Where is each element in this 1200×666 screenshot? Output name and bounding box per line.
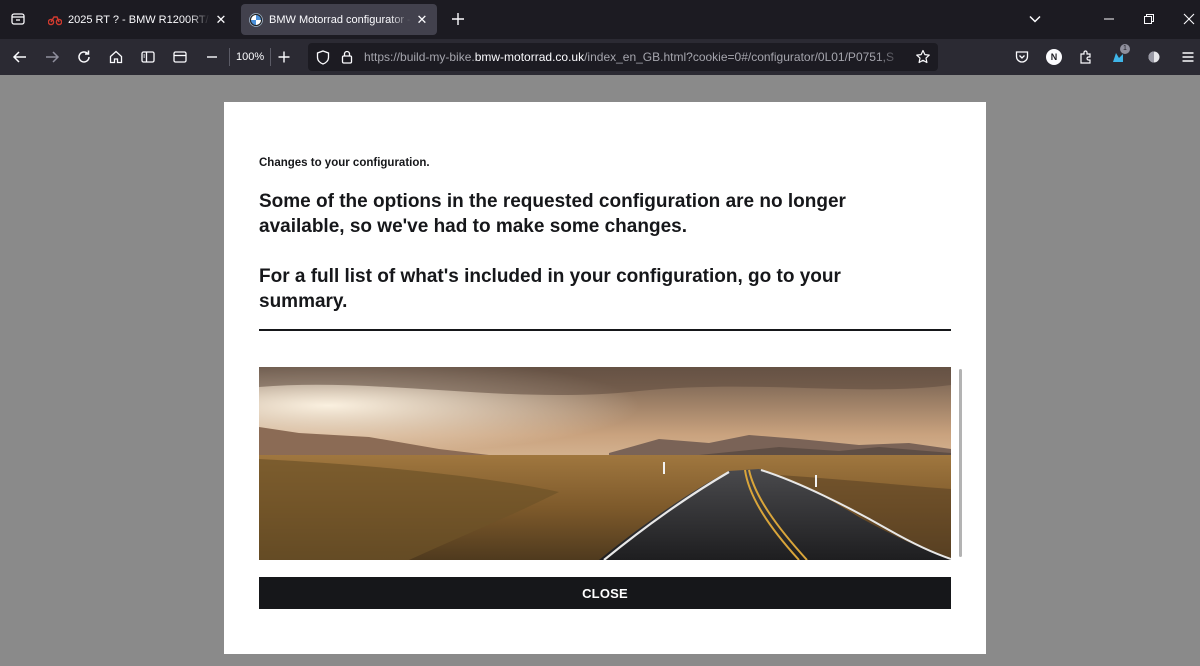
close-window-button[interactable] <box>1177 8 1200 30</box>
notification-badge: 1 <box>1120 44 1130 54</box>
dialog-scrollbar[interactable] <box>959 369 962 557</box>
zoom-level[interactable]: 100% <box>229 48 272 66</box>
desert-road-image <box>259 367 951 560</box>
url-text[interactable]: https://build-my-bike.bmw-motorrad.co.uk… <box>364 49 904 65</box>
bmw-logo-favicon-icon <box>249 12 263 27</box>
tab-title: 2025 RT ? - BMW R1200RT/R12 <box>68 13 210 26</box>
dialog-message-summary: For a full list of what's included in yo… <box>259 266 841 312</box>
sidebar-button[interactable] <box>136 45 160 69</box>
address-bar[interactable]: https://build-my-bike.bmw-motorrad.co.uk… <box>308 43 938 71</box>
chevron-down-icon <box>1029 15 1041 23</box>
navigation-toolbar: 100% https://build-my-bike.bmw-motorrad.… <box>0 39 1200 75</box>
forward-button[interactable] <box>40 45 64 69</box>
url-prefix: https://build-my-bike. <box>364 50 475 64</box>
url-path: /index_en_GB.html?cookie=0#/configurator… <box>584 50 894 64</box>
restore-icon <box>1144 14 1154 24</box>
tab-list-icon <box>11 13 25 25</box>
account-button[interactable]: N <box>1042 45 1066 69</box>
pocket-button[interactable] <box>1010 45 1034 69</box>
tab-close-icon[interactable]: ✕ <box>415 12 429 27</box>
puzzle-piece-icon <box>1080 50 1091 64</box>
url-domain: bmw-motorrad.co.uk <box>474 50 585 64</box>
home-button[interactable] <box>104 45 128 69</box>
sidebar-icon <box>141 51 155 63</box>
hamburger-menu-icon <box>1182 52 1194 62</box>
new-tab-button[interactable] <box>447 8 469 30</box>
tab-close-icon[interactable]: ✕ <box>214 12 228 27</box>
dialog-message-options-unavailable: Some of the options in the requested con… <box>259 191 846 237</box>
arrow-left-icon <box>12 51 26 63</box>
reload-button[interactable] <box>72 45 96 69</box>
motorcycle-favicon-icon <box>48 13 62 27</box>
dialog-divider <box>259 329 951 331</box>
profile-avatar: N <box>1046 49 1062 65</box>
plus-icon <box>452 13 464 25</box>
minus-icon <box>207 56 217 58</box>
tab-title: BMW Motorrad configurator - a <box>269 13 411 26</box>
window-icon <box>173 51 187 63</box>
list-all-tabs-button[interactable] <box>1023 8 1047 30</box>
pocket-icon <box>1015 51 1029 63</box>
tab-bmw-configurator[interactable]: BMW Motorrad configurator - a ✕ <box>241 4 437 35</box>
tab-bmw-forum[interactable]: 2025 RT ? - BMW R1200RT/R12 ✕ <box>40 4 236 35</box>
zoom-in-button[interactable] <box>272 45 296 69</box>
tab-list-button[interactable] <box>6 7 30 31</box>
minimize-button[interactable] <box>1097 8 1121 30</box>
extension-leaf-button[interactable] <box>1142 45 1166 69</box>
restore-button[interactable] <box>1137 8 1161 30</box>
tab-view-button[interactable] <box>168 45 192 69</box>
app-menu-button[interactable] <box>1176 45 1200 69</box>
lock-icon[interactable] <box>339 49 355 65</box>
tracking-protection-shield-icon[interactable] <box>315 49 331 65</box>
dialog-subtitle: Changes to your configuration. <box>259 157 430 169</box>
extensions-button[interactable] <box>1074 45 1098 69</box>
plus-icon <box>278 51 290 63</box>
leaf-icon <box>1148 51 1160 63</box>
reload-icon <box>78 50 90 63</box>
bookmark-star-icon[interactable] <box>915 49 931 65</box>
zoom-out-button[interactable] <box>200 45 224 69</box>
configuration-changes-dialog: Changes to your configuration. Some of t… <box>224 102 986 654</box>
back-button[interactable] <box>8 45 32 69</box>
close-button[interactable]: CLOSE <box>259 577 951 609</box>
tab-strip: 2025 RT ? - BMW R1200RT/R12 ✕ BMW Motorr… <box>0 0 1200 39</box>
arrow-right-icon <box>46 51 60 63</box>
close-icon <box>1183 13 1195 25</box>
minimize-icon <box>1104 18 1114 20</box>
home-icon <box>109 50 123 64</box>
